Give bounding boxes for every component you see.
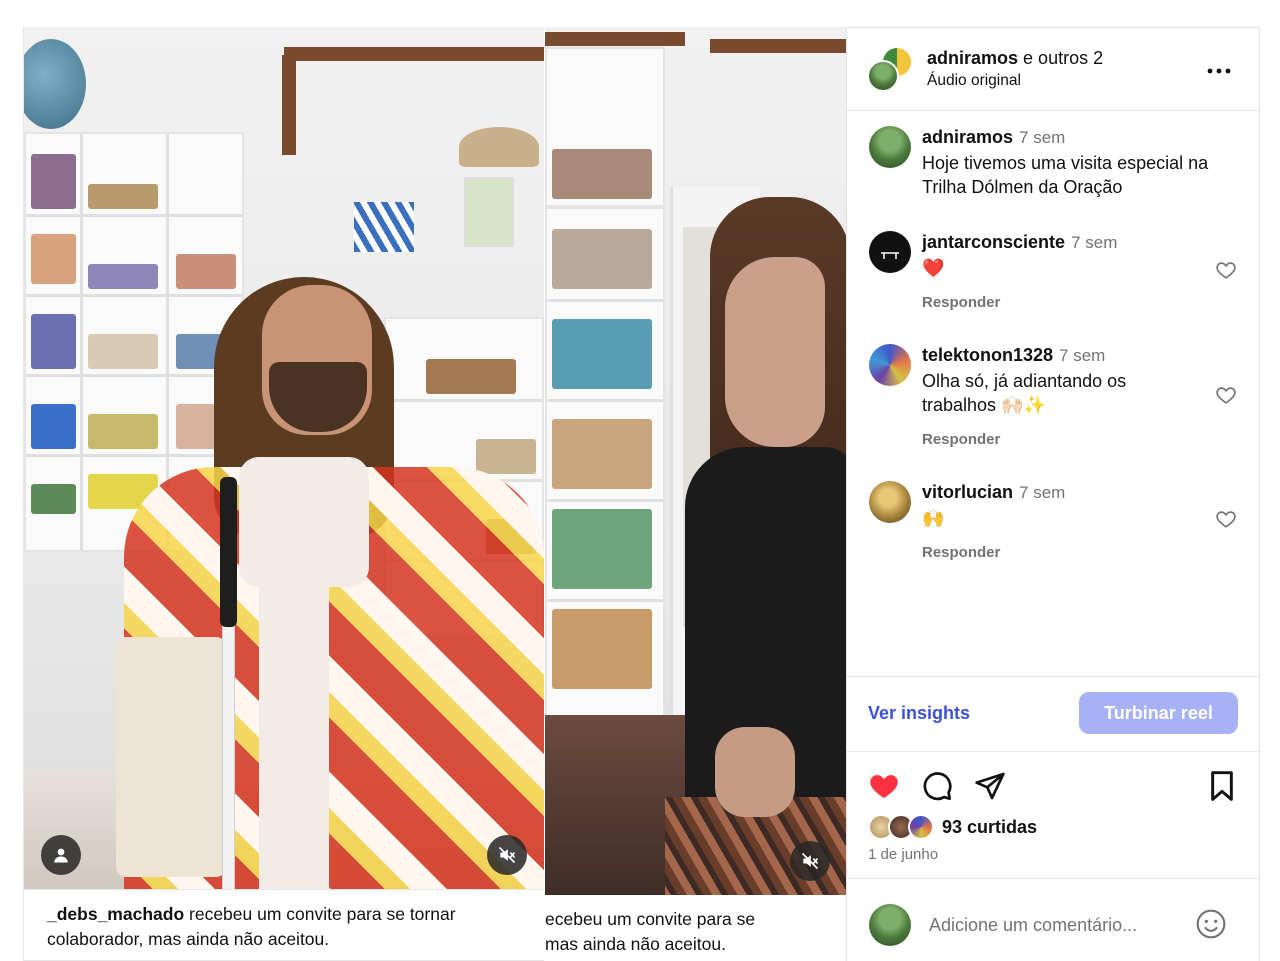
post-author[interactable]: adniramos e outros 2: [927, 48, 1103, 69]
table-logo-icon: [881, 252, 899, 259]
hat-decoration: [459, 127, 539, 167]
ceiling-beam: [284, 47, 544, 61]
avatar[interactable]: [869, 344, 911, 386]
avatar[interactable]: [869, 126, 911, 168]
audio-muted-icon: [801, 852, 819, 870]
bookmark-icon[interactable]: [1208, 770, 1236, 802]
hanging-art: [354, 202, 414, 252]
caption-line-2: mas ainda não aceitou.: [545, 934, 726, 954]
more-options-button[interactable]: [1207, 54, 1231, 80]
emoji-icon[interactable]: [1195, 908, 1227, 940]
likes-count[interactable]: 93 curtidas: [942, 817, 1037, 838]
heart-outline-icon[interactable]: [1215, 384, 1237, 406]
user-icon: [54, 848, 68, 863]
comment-time[interactable]: 7 sem: [1059, 346, 1105, 365]
mute-button[interactable]: [790, 841, 830, 881]
add-comment-input[interactable]: Adicione um comentário...: [929, 915, 1137, 936]
beam-post: [282, 55, 296, 155]
avatar[interactable]: [869, 481, 911, 523]
audio-link[interactable]: Áudio original: [927, 72, 1021, 90]
reel-video-middle[interactable]: [545, 27, 846, 895]
view-insights-link[interactable]: Ver insights: [868, 703, 970, 724]
divider: [847, 751, 1259, 752]
heart-outline-icon[interactable]: [1215, 259, 1237, 281]
collab-media-middle[interactable]: ecebeu um convite para se mas ainda não …: [545, 27, 846, 961]
current-user-avatar: [869, 904, 911, 946]
shelf-unit: [545, 207, 665, 727]
comment-text: Olha só, já adiantando os trabalhos 🙌🏻✨: [922, 371, 1127, 415]
comment-text: ❤️: [922, 258, 945, 278]
divider: [847, 110, 1259, 111]
divider: [847, 878, 1259, 879]
tote-bag: [116, 637, 226, 877]
like-filled-icon[interactable]: [867, 770, 901, 802]
liker-avatar[interactable]: [908, 814, 934, 840]
author-username[interactable]: adniramos: [927, 48, 1018, 68]
collab-invite-caption: ecebeu um convite para se mas ainda não …: [545, 895, 846, 961]
comment-time[interactable]: 7 sem: [1019, 483, 1065, 502]
reply-button[interactable]: Responder: [922, 294, 1000, 311]
reply-button[interactable]: Responder: [922, 544, 1000, 561]
reply-button[interactable]: Responder: [922, 431, 1000, 448]
person-face: [725, 257, 825, 447]
boost-reel-button[interactable]: Turbinar reel: [1079, 692, 1238, 734]
avatar[interactable]: [869, 231, 911, 273]
comment-username[interactable]: adniramos: [922, 127, 1013, 147]
heart-outline-icon[interactable]: [1215, 508, 1237, 530]
share-icon[interactable]: [974, 770, 1006, 802]
post-date[interactable]: 1 de junho: [868, 846, 938, 863]
more-horizontal-icon: [1207, 68, 1231, 74]
audio-muted-icon: [498, 846, 516, 864]
comment-username[interactable]: vitorlucian: [922, 482, 1013, 502]
reel-video-left[interactable]: [24, 27, 544, 889]
mute-button[interactable]: [487, 835, 527, 875]
collab-invite-caption: _debs_machado recebeu um convite para se…: [24, 889, 544, 961]
author-avatar[interactable]: [867, 60, 899, 92]
divider: [847, 676, 1259, 677]
comment-username[interactable]: jantarconsciente: [922, 232, 1065, 252]
collab-media-left[interactable]: _debs_machado recebeu um convite para se…: [23, 27, 544, 961]
tagged-users-button[interactable]: [41, 835, 81, 875]
comment-icon[interactable]: [921, 770, 953, 802]
ceiling-beam: [545, 32, 685, 46]
comment-text: 🙌: [922, 508, 945, 528]
caption-username[interactable]: _debs_machado: [47, 904, 184, 924]
comment-time[interactable]: 7 sem: [1019, 128, 1065, 147]
comment-time[interactable]: 7 sem: [1071, 233, 1117, 252]
caption-line-1: ecebeu um convite para se: [545, 909, 756, 929]
comment-text: Hoje tivemos uma visita especial na Tril…: [922, 153, 1209, 197]
hanging-poster: [464, 177, 514, 247]
collaborators-link[interactable]: e outros 2: [1023, 48, 1103, 68]
post-details-panel: adniramos e outros 2 Áudio original adni…: [846, 27, 1260, 961]
comment-username[interactable]: telektonon1328: [922, 345, 1053, 365]
